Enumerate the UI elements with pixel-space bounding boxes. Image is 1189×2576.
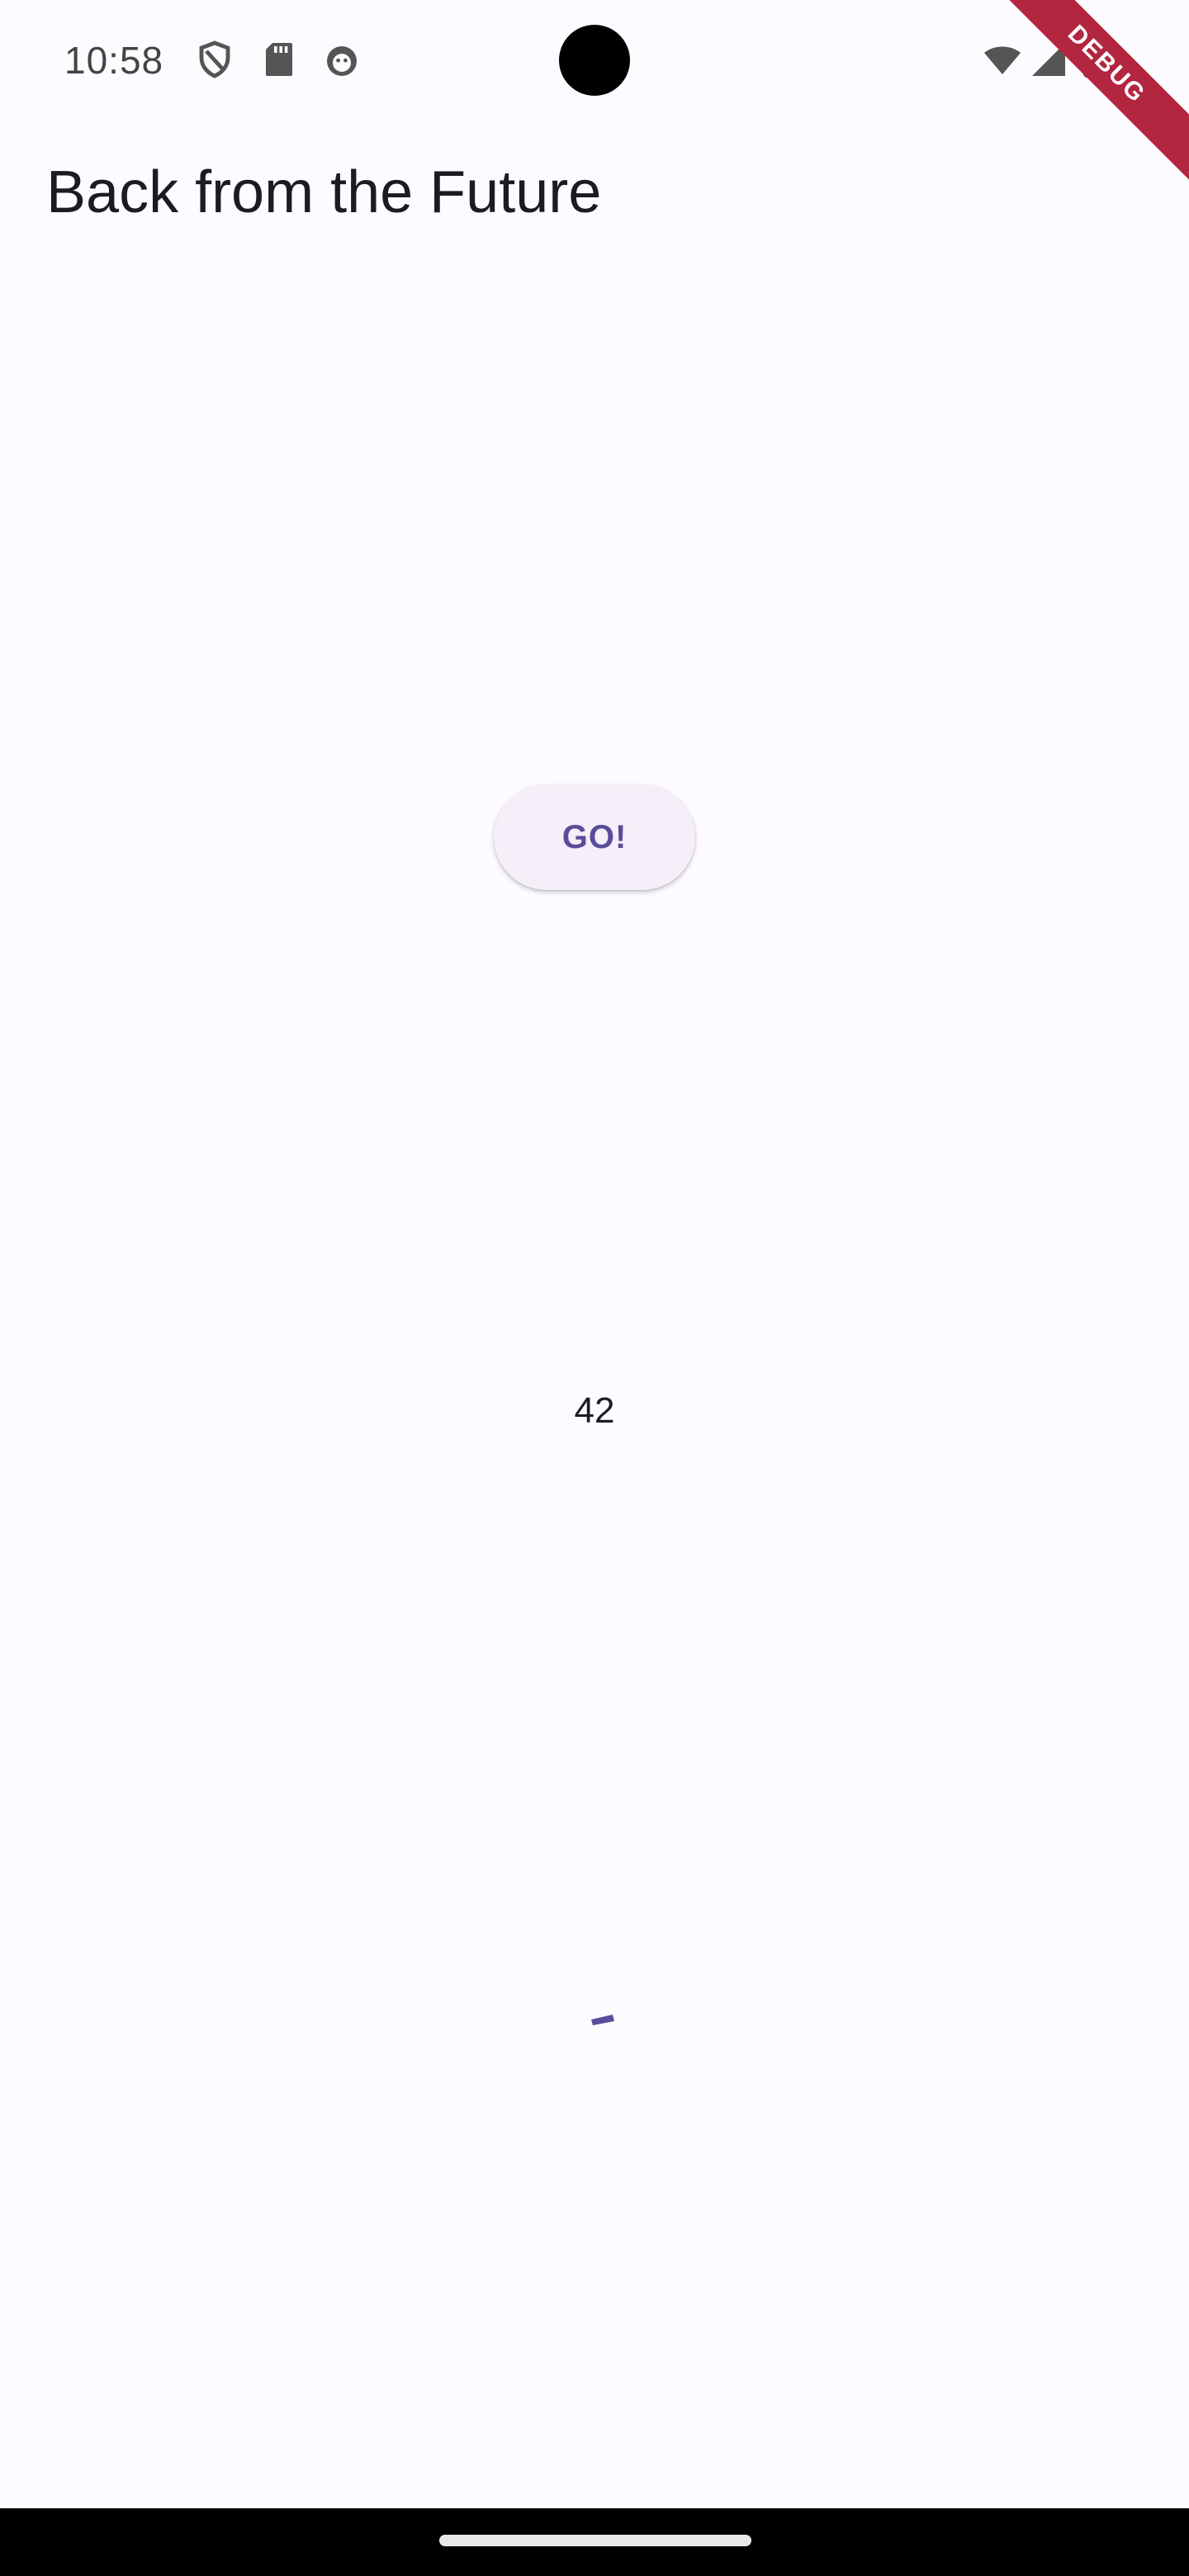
page-title: Back from the Future [46,159,602,225]
sd-card-icon [266,43,292,76]
wifi-icon [984,46,1021,74]
result-value: 42 [574,1390,615,1431]
app-screen: 10:58 DEBUG Back from the Future GO! 42 [0,0,1189,2576]
status-bar: 10:58 [0,0,1189,124]
android-debug-icon [327,46,357,76]
status-time: 10:58 [64,39,164,82]
camera-cutout [559,25,630,96]
shield-icon [199,40,230,78]
progress-spinner-icon [591,2015,614,2025]
navigation-bar [0,2508,1189,2576]
home-gesture-handle[interactable] [439,2535,751,2546]
go-button[interactable]: GO! [494,784,695,890]
